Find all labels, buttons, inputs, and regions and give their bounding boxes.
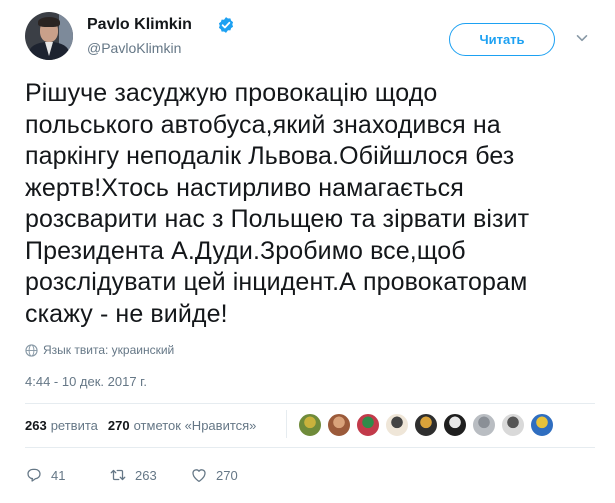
retweets-count[interactable]: 263	[25, 418, 47, 433]
tweet-header: Pavlo Klimkin @PavloKlimkin Читать	[25, 12, 600, 60]
tweet-text-line: розслідувати цей інцидент.А провокаторам	[25, 268, 528, 296]
liker-avatar[interactable]	[327, 413, 351, 437]
tweet-language: Язык твита: украинский	[25, 343, 174, 357]
tweet-text-line: Рішуче засуджую провокацію щодо	[25, 79, 438, 107]
handle[interactable]: @PavloKlimkin	[87, 40, 181, 56]
reply-button[interactable]: 41	[25, 466, 65, 484]
tweet-text-line: Президента А.Дуди.Зробимо все,щоб	[25, 236, 466, 265]
reply-count: 41	[51, 467, 66, 483]
follow-button[interactable]: Читать	[449, 23, 555, 56]
liker-avatar[interactable]	[414, 413, 438, 437]
liker-avatar[interactable]	[472, 413, 496, 437]
divider	[25, 403, 595, 404]
timestamp[interactable]: 4:44 - 10 дек. 2017 г.	[25, 374, 147, 389]
liker-avatar[interactable]	[385, 413, 409, 437]
liker-avatar[interactable]	[530, 413, 554, 437]
verified-icon	[218, 17, 234, 33]
liker-avatars	[298, 413, 559, 437]
tweet-text: Рішуче засуджую провокацію щодо польсько…	[25, 78, 595, 330]
tweet-text-line: паркінгу неподалік Львова.Обійшлося без	[25, 142, 515, 170]
liker-avatar[interactable]	[298, 413, 322, 437]
stats-separator	[286, 410, 287, 438]
tweet-text-line: скажу - не вийде!	[25, 299, 228, 328]
divider	[25, 447, 595, 448]
likes-label[interactable]: отметок «Нравится»	[134, 418, 257, 433]
retweet-button[interactable]: 263	[109, 466, 157, 484]
retweet-icon	[110, 469, 126, 481]
tweet-text-line: жертв!Хтось настирливо намагається	[25, 173, 464, 202]
reply-icon	[27, 468, 41, 482]
tweet-text-line: розсварити нас з Польщею та зірвати візи…	[25, 205, 530, 233]
tweet-actions: 41 263 270	[25, 466, 425, 484]
tweet-stats: 263 ретвита 270 отметок «Нравится»	[25, 418, 266, 433]
globe-icon	[25, 343, 38, 357]
liker-avatar[interactable]	[443, 413, 467, 437]
chevron-down-icon[interactable]	[576, 32, 588, 44]
avatar[interactable]	[25, 12, 73, 60]
like-count: 270	[216, 467, 238, 483]
language-note: Язык твита: украинский	[43, 343, 175, 357]
retweet-count: 263	[135, 467, 157, 483]
liker-avatar[interactable]	[356, 413, 380, 437]
likes-count[interactable]: 270	[108, 418, 130, 433]
tweet-text-line: польського автобуса,який знаходився на	[25, 110, 501, 139]
retweets-label[interactable]: ретвита	[51, 418, 98, 433]
liker-avatar[interactable]	[501, 413, 525, 437]
heart-icon	[192, 469, 206, 483]
display-name[interactable]: Pavlo Klimkin	[87, 16, 192, 34]
like-button[interactable]: 270	[190, 466, 238, 484]
